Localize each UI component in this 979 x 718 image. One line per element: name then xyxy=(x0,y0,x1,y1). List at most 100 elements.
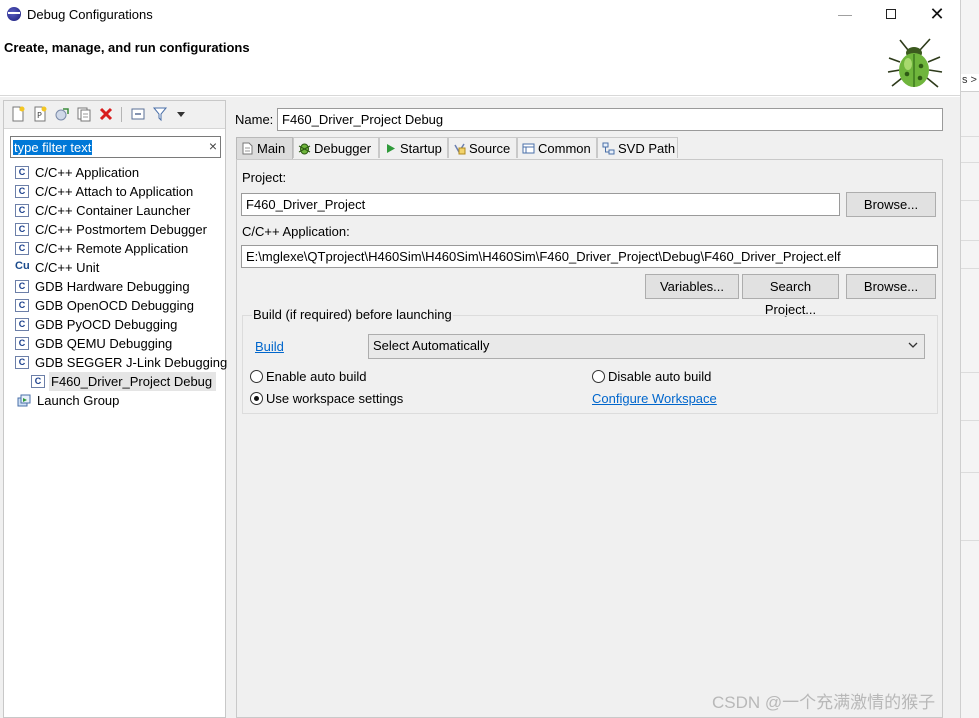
radio-circle xyxy=(250,370,263,383)
dialog-header: Create, manage, and run configurations xyxy=(0,30,960,96)
tab-svd-path[interactable]: SVD Path xyxy=(597,137,678,158)
clear-filter-icon[interactable]: × xyxy=(209,138,217,154)
svd-path-tab-icon xyxy=(602,142,615,155)
configuration-name-input[interactable]: F460_Driver_Project Debug xyxy=(277,108,943,131)
common-tab-icon xyxy=(522,143,535,154)
build-group: Build (if required) before launching Bui… xyxy=(242,307,938,414)
title-bar: Debug Configurations — ✕ xyxy=(0,0,960,30)
c-file-icon: C xyxy=(15,299,29,312)
tab-label: Main xyxy=(257,141,286,156)
filter-icon[interactable] xyxy=(152,106,168,122)
c-file-icon: C xyxy=(31,375,45,388)
tab-common[interactable]: Common xyxy=(517,137,597,158)
background-tab: s > xyxy=(961,74,979,92)
tree-item-label[interactable]: C/C++ Postmortem Debugger xyxy=(35,220,207,239)
tree-item-label[interactable]: GDB Hardware Debugging xyxy=(35,277,190,296)
radio-circle xyxy=(592,370,605,383)
filter-input[interactable]: type filter text × xyxy=(10,136,221,158)
variables-button[interactable]: Variables... xyxy=(645,274,739,299)
radio-circle-selected xyxy=(250,392,263,405)
debugger-tab-icon xyxy=(298,143,311,155)
maximize-button[interactable] xyxy=(868,0,914,30)
configuration-toolbar: P xyxy=(4,101,225,129)
c-file-icon: C xyxy=(15,166,29,179)
configure-workspace-link[interactable]: Configure Workspace xyxy=(592,391,717,406)
tree-item-label[interactable]: Launch Group xyxy=(37,391,119,410)
project-browse-button[interactable]: Browse... xyxy=(846,192,936,217)
build-group-title: Build (if required) before launching xyxy=(252,307,453,322)
application-browse-button[interactable]: Browse... xyxy=(846,274,936,299)
watermark: CSDN @一个充满激情的猴子 xyxy=(712,693,936,712)
radio-label: Disable auto build xyxy=(608,369,712,384)
tree-item-label[interactable]: C/C++ Unit xyxy=(35,258,99,277)
tree-item-label[interactable]: GDB OpenOCD Debugging xyxy=(35,296,194,315)
minimize-button[interactable]: — xyxy=(822,0,868,30)
tree-item-label[interactable]: C/C++ Remote Application xyxy=(35,239,188,258)
duplicate-icon[interactable] xyxy=(76,106,92,122)
chevron-down-icon xyxy=(908,342,918,348)
startup-tab-icon xyxy=(387,144,395,153)
eclipse-icon xyxy=(7,7,21,21)
tree-item-label[interactable]: C/C++ Application xyxy=(35,163,139,182)
window-title: Debug Configurations xyxy=(27,7,153,22)
main-tab-icon xyxy=(242,142,253,155)
project-input[interactable]: F460_Driver_Project xyxy=(241,193,840,216)
tab-label: SVD Path xyxy=(618,141,676,156)
build-link[interactable]: Build xyxy=(255,339,284,354)
source-tab-icon xyxy=(454,143,466,155)
launch-group-icon xyxy=(17,394,31,407)
disable-auto-build-radio[interactable]: Disable auto build xyxy=(592,369,711,384)
tree-item-label[interactable]: GDB PyOCD Debugging xyxy=(35,315,177,334)
c-file-icon: C xyxy=(15,242,29,255)
search-project-button[interactable]: Search Project... xyxy=(742,274,839,317)
tab-strip: Main Debugger Startup Source Common SVD … xyxy=(236,137,943,159)
use-workspace-settings-radio[interactable]: Use workspace settings xyxy=(250,391,403,406)
tree-item-label[interactable]: GDB SEGGER J-Link Debugging xyxy=(35,353,227,372)
view-menu-chevron-down-icon[interactable] xyxy=(176,106,186,122)
tree-item-label[interactable]: F460_Driver_Project Debug xyxy=(49,372,217,391)
tree-item-label[interactable]: C/C++ Container Launcher xyxy=(35,201,190,220)
tab-source[interactable]: Source xyxy=(448,137,517,158)
configuration-list-panel: P type filter text × C C/C++ Application… xyxy=(3,100,227,718)
filter-input-text[interactable]: type filter text xyxy=(13,140,93,155)
header-title: Create, manage, and run configurations xyxy=(4,40,250,55)
build-select-value: Select Automatically xyxy=(373,338,490,353)
application-input[interactable]: E:\mglexe\QTproject\H460Sim\H460Sim\H460… xyxy=(241,245,938,268)
c-file-icon: C xyxy=(15,280,29,293)
tab-startup[interactable]: Startup xyxy=(379,137,448,158)
bug-icon xyxy=(887,38,943,88)
new-prototype-icon[interactable]: P xyxy=(32,106,48,122)
tab-main[interactable]: Main xyxy=(236,137,293,159)
collapse-all-icon[interactable] xyxy=(130,106,146,122)
tab-label: Source xyxy=(469,141,511,156)
radio-label: Enable auto build xyxy=(266,369,367,384)
radio-label: Use workspace settings xyxy=(266,391,404,406)
build-select[interactable]: Select Automatically xyxy=(368,334,925,359)
tab-debugger[interactable]: Debugger xyxy=(293,137,379,158)
main-tab-content: Project: F460_Driver_Project Browse... C… xyxy=(236,159,943,718)
enable-auto-build-radio[interactable]: Enable auto build xyxy=(250,369,366,384)
tab-label: Common xyxy=(538,141,591,156)
c-file-icon: C xyxy=(15,318,29,331)
new-configuration-icon[interactable] xyxy=(10,106,26,122)
delete-icon[interactable] xyxy=(98,106,114,122)
tree-item-label[interactable]: C/C++ Attach to Application xyxy=(35,182,193,201)
c-file-icon: C xyxy=(15,356,29,369)
export-configuration-icon[interactable] xyxy=(54,106,70,122)
close-button[interactable]: ✕ xyxy=(914,0,960,30)
dialog-body: P type filter text × C C/C++ Application… xyxy=(0,97,960,718)
c-file-icon: C xyxy=(15,185,29,198)
tab-label: Debugger xyxy=(314,141,372,156)
project-label: Project: xyxy=(242,170,287,185)
svg-text:P: P xyxy=(37,111,42,120)
c-file-icon: C xyxy=(15,204,29,217)
application-label: C/C++ Application: xyxy=(242,224,350,239)
name-label: Name: xyxy=(235,112,274,127)
tab-label: Startup xyxy=(400,141,442,156)
c-unit-icon: Cu xyxy=(15,260,30,274)
configuration-editor: Name: F460_Driver_Project Debug Main Deb… xyxy=(230,100,946,718)
maximize-icon xyxy=(886,9,896,20)
c-file-icon: C xyxy=(15,223,29,236)
tree-item-label[interactable]: GDB QEMU Debugging xyxy=(35,334,172,353)
c-file-icon: C xyxy=(15,337,29,350)
